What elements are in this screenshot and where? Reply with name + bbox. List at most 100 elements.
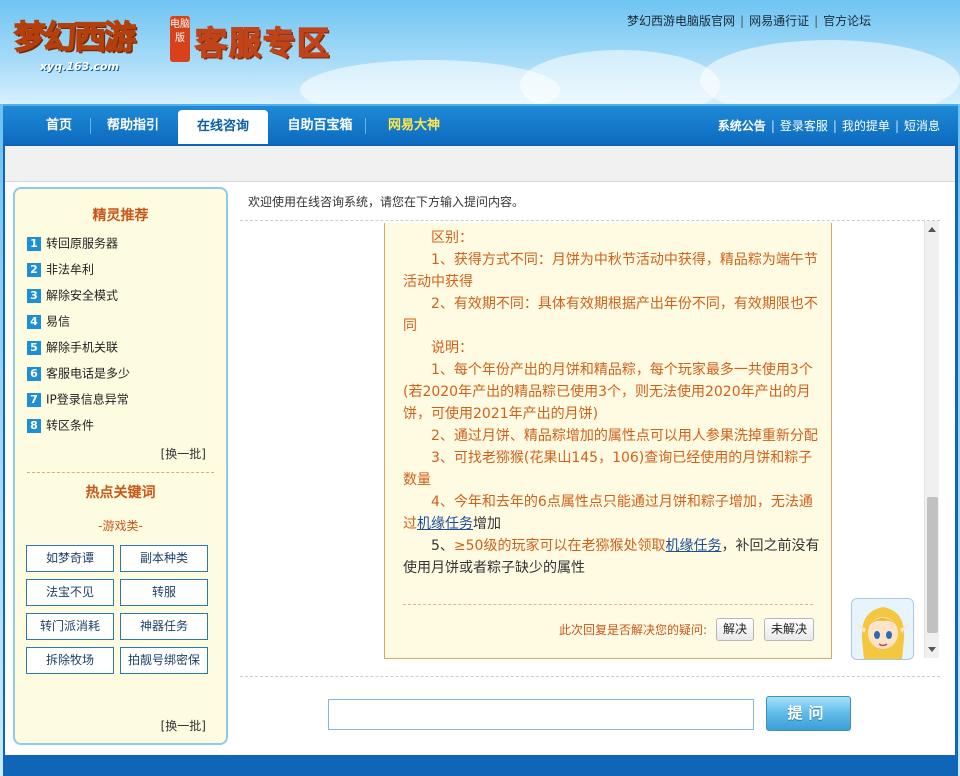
answer-bubble: 区别： 1、获得方式不同：月饼为中秋节活动中获得，精品粽为端午节活动中获得 2、… xyxy=(384,223,832,659)
recommend-item[interactable]: 5 解除手机关联 xyxy=(27,338,118,356)
category-label: -游戏类- xyxy=(98,519,143,533)
answer-line: 区别： xyxy=(431,230,473,246)
chat-divider xyxy=(240,676,940,677)
nav-online-consult[interactable]: 在线咨询 xyxy=(178,110,268,146)
keyword-button[interactable]: 法宝不见 xyxy=(26,579,114,606)
keyword-button[interactable]: 转服 xyxy=(120,579,208,606)
answer-text: 区别： 1、获得方式不同：月饼为中秋节活动中获得，精品粽为端午节活动中获得 2、… xyxy=(403,227,821,579)
system-notice-link[interactable]: 系统公告 xyxy=(718,119,766,133)
quest-link[interactable]: 机缘任务 xyxy=(665,538,721,554)
my-tickets-link[interactable]: 我的提单 xyxy=(842,119,890,133)
item-number: 1 xyxy=(27,236,41,251)
recommend-item[interactable]: 3 解除安全模式 xyxy=(27,286,118,304)
scroll-down-icon[interactable] xyxy=(928,647,936,652)
item-label: 易信 xyxy=(46,314,71,329)
item-label: 客服电话是多少 xyxy=(46,366,131,381)
scroll-up-icon[interactable] xyxy=(928,227,936,232)
messages-link[interactable]: 短消息 xyxy=(904,119,940,133)
answer-fragment: 增加 xyxy=(473,516,501,532)
item-label: 转回原服务器 xyxy=(46,236,119,251)
answer-fragment: 5、 xyxy=(431,538,454,554)
sidebar-divider xyxy=(27,472,214,473)
answer-line: 1、获得方式不同：月饼为中秋节活动中获得，精品粽为端午节活动中获得 xyxy=(403,252,818,290)
site-title: 客服专区 xyxy=(194,23,332,63)
chat-scrollbar[interactable] xyxy=(924,221,939,658)
nav-divider xyxy=(365,118,366,134)
nav-divider xyxy=(90,118,91,134)
quest-link[interactable]: 机缘任务 xyxy=(417,516,473,532)
recommend-item[interactable]: 4 易信 xyxy=(27,312,70,330)
resolve-question: 此次回复是否解决您的疑问: xyxy=(559,623,708,637)
game-logo[interactable]: 梦幻西游 电脑版 xyq.163.com xyxy=(10,6,190,76)
divider: | xyxy=(894,119,899,133)
nav-right-links: 系统公告 | 登录客服 | 我的提单 | 短消息 xyxy=(718,106,940,146)
question-input[interactable] xyxy=(328,699,754,730)
divider: | xyxy=(770,119,775,133)
keyword-button[interactable]: 副本种类 xyxy=(120,545,208,572)
nav-netease-dashen[interactable]: 网易大神 xyxy=(378,106,450,144)
recommend-item[interactable]: 8 转区条件 xyxy=(27,416,94,434)
item-number: 4 xyxy=(27,314,41,329)
cloud-decoration xyxy=(700,40,960,104)
recommend-item[interactable]: 1 转回原服务器 xyxy=(27,234,118,252)
keyword-button[interactable]: 如梦奇谭 xyxy=(26,545,114,572)
sidebar: 精灵推荐 1 转回原服务器 2 非法牟利 3 解除安全模式 4 易信 5 解除手机关联 6… xyxy=(13,187,228,745)
logo-url: xyq.163.com xyxy=(40,60,119,73)
chat-divider xyxy=(240,220,940,221)
recommend-item[interactable]: 7 IP登录信息异常 xyxy=(27,390,129,408)
item-label: IP登录信息异常 xyxy=(46,392,129,407)
scroll-thumb[interactable] xyxy=(927,497,938,633)
logo-title: 梦幻西游 xyxy=(13,17,137,57)
answer-line: 1、每个年份产出的月饼和精品粽，每个玩家最多一共使用3个(若2020年产出的精品… xyxy=(403,362,813,422)
item-label: 解除手机关联 xyxy=(46,340,119,355)
item-number: 7 xyxy=(27,392,41,407)
answer-line: 4、今年和去年的6点属性点只能通过月饼和粽子增加，无法通过机缘任务增加 xyxy=(403,491,821,535)
divider: | xyxy=(740,14,745,28)
header-banner: 梦幻西游 电脑版 xyq.163.com 客服专区 梦幻西游电脑版官网 | 网易通行… xyxy=(0,0,960,104)
divider: | xyxy=(814,14,819,28)
passport-link[interactable]: 网易通行证 xyxy=(749,14,809,28)
footer-band xyxy=(3,755,958,776)
recommend-item[interactable]: 6 客服电话是多少 xyxy=(27,364,130,382)
sub-toolbar xyxy=(5,146,955,182)
item-number: 8 xyxy=(27,418,41,433)
answer-line: 2、有效期不同：具体有效期根据产出年份不同，有效期限也不同 xyxy=(403,296,818,334)
bubble-divider xyxy=(403,604,813,605)
swap-batch-button-2[interactable]: [换一批] xyxy=(161,717,206,734)
main-nav: 首页 帮助指引 在线咨询 自助百宝箱 网易大神 系统公告 | 登录客服 | 我的提单 | 短… xyxy=(3,104,958,146)
fairy-avatar-icon xyxy=(852,599,913,659)
hot-keywords-title: 热点关键词 xyxy=(85,485,156,501)
keyword-button[interactable]: 拍靓号绑密保 xyxy=(120,647,208,674)
nav-help[interactable]: 帮助指引 xyxy=(101,106,165,144)
recommend-title: 精灵推荐 xyxy=(92,208,149,224)
answer-fragment: ≥50级的玩家可以在老猕猴处领取 xyxy=(453,538,666,554)
cloud-decoration xyxy=(520,50,720,104)
answer-line: 5、≥50级的玩家可以在老猕猴处领取机缘任务，补回之前没有使用月饼或者粽子缺少的… xyxy=(403,535,821,579)
answer-line: 说明： xyxy=(431,340,473,356)
keyword-button[interactable]: 转门派消耗 xyxy=(26,613,114,640)
top-links: 梦幻西游电脑版官网 | 网易通行证 | 官方论坛 xyxy=(627,12,871,29)
item-label: 非法牟利 xyxy=(46,262,95,277)
item-label: 转区条件 xyxy=(46,418,95,433)
divider: | xyxy=(832,119,837,133)
resolved-button[interactable]: 解决 xyxy=(716,618,754,641)
welcome-text: 欢迎使用在线咨询系统，请您在下方输入提问内容。 xyxy=(248,195,525,209)
nav-home[interactable]: 首页 xyxy=(33,106,85,144)
swap-batch-button[interactable]: [换一批] xyxy=(161,445,206,462)
ask-button[interactable]: 提问 xyxy=(766,696,851,731)
item-label: 解除安全模式 xyxy=(46,288,119,303)
login-service-link[interactable]: 登录客服 xyxy=(780,119,828,133)
item-number: 5 xyxy=(27,340,41,355)
assistant-avatar xyxy=(851,598,914,660)
logo-tag: 电脑版 xyxy=(170,16,190,62)
item-number: 2 xyxy=(27,262,41,277)
official-site-link[interactable]: 梦幻西游电脑版官网 xyxy=(627,14,735,28)
forum-link[interactable]: 官方论坛 xyxy=(823,14,871,28)
unresolved-button[interactable]: 未解决 xyxy=(764,618,814,641)
keyword-button[interactable]: 拆除牧场 xyxy=(26,647,114,674)
keyword-button[interactable]: 神器任务 xyxy=(120,613,208,640)
nav-self-service[interactable]: 自助百宝箱 xyxy=(281,106,359,144)
answer-line: 2、通过月饼、精品粽增加的属性点可以用人参果洗掉重新分配 xyxy=(431,428,818,444)
item-number: 6 xyxy=(27,366,41,381)
recommend-item[interactable]: 2 非法牟利 xyxy=(27,260,94,278)
